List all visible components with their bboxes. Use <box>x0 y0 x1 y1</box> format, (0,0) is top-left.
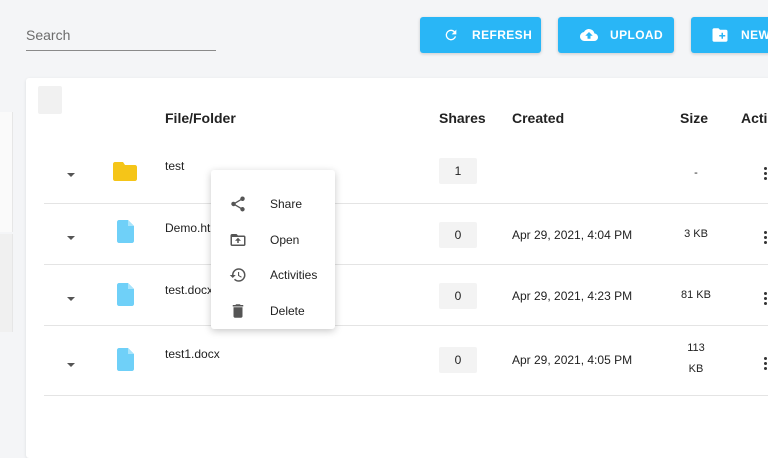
refresh-button[interactable]: REFRESH <box>420 17 541 53</box>
file-size-value: 113 <box>687 342 705 354</box>
table-row[interactable]: Demo.html 0 Apr 29, 2021, 4:04 PM 3 KB <box>44 204 768 265</box>
header-actions: Actions <box>741 110 768 126</box>
more-actions-icon[interactable] <box>764 231 768 246</box>
header-shares[interactable]: Shares <box>439 110 486 126</box>
created-date: Apr 29, 2021, 4:05 PM <box>512 353 633 367</box>
shares-count[interactable]: 0 <box>439 283 477 309</box>
share-icon <box>229 195 247 213</box>
context-menu: Share Open Activities Delete <box>211 170 335 329</box>
expand-icon[interactable] <box>67 173 75 177</box>
refresh-label: REFRESH <box>472 28 533 42</box>
shares-count[interactable]: 1 <box>439 158 477 184</box>
created-date: Apr 29, 2021, 4:04 PM <box>512 228 633 242</box>
left-panel-strip <box>0 234 13 332</box>
table-row[interactable]: test 1 - <box>44 143 768 204</box>
history-icon <box>229 266 247 284</box>
folder-icon <box>113 162 137 186</box>
menu-item-label: Open <box>270 233 300 247</box>
search-input[interactable] <box>26 20 216 50</box>
file-size: 113 KB <box>664 338 728 380</box>
file-icon <box>117 348 134 376</box>
header-size[interactable]: Size <box>680 110 708 126</box>
table-row[interactable]: test1.docx 0 Apr 29, 2021, 4:05 PM 113 K… <box>44 326 768 396</box>
new-label: NEW <box>741 28 768 42</box>
menu-item-share[interactable]: Share <box>211 187 335 221</box>
file-name[interactable]: test <box>165 159 184 173</box>
file-name[interactable]: test.docx <box>165 283 213 297</box>
file-size: 81 KB <box>681 289 711 301</box>
left-panel-strip <box>0 112 13 232</box>
menu-item-label: Delete <box>270 304 305 318</box>
new-button[interactable]: NEW <box>691 17 768 53</box>
menu-item-label: Share <box>270 197 303 211</box>
more-actions-icon[interactable] <box>764 167 768 182</box>
file-icon <box>117 220 134 248</box>
file-size-unit: KB <box>688 363 704 375</box>
header-created[interactable]: Created <box>512 110 564 126</box>
folder-add-icon <box>711 26 729 44</box>
table-row[interactable]: test.docx 0 Apr 29, 2021, 4:23 PM 81 KB <box>44 265 768 326</box>
file-size: - <box>694 167 698 179</box>
file-size: 3 KB <box>684 228 708 240</box>
menu-item-delete[interactable]: Delete <box>211 294 335 328</box>
cloud-upload-icon <box>580 26 598 44</box>
shares-count[interactable]: 0 <box>439 222 477 248</box>
menu-item-open[interactable]: Open <box>211 223 335 257</box>
created-date: Apr 29, 2021, 4:23 PM <box>512 289 633 303</box>
more-actions-icon[interactable] <box>764 357 768 372</box>
upload-button[interactable]: UPLOAD <box>558 17 674 53</box>
file-table-card: File/Folder Shares Created Size Actions … <box>26 78 768 458</box>
shares-count[interactable]: 0 <box>439 347 477 373</box>
trash-icon <box>229 302 247 320</box>
menu-item-activities[interactable]: Activities <box>211 258 335 292</box>
search-field[interactable] <box>26 20 216 51</box>
upload-label: UPLOAD <box>610 28 664 42</box>
folder-open-icon <box>229 231 247 249</box>
expand-icon[interactable] <box>67 236 75 240</box>
header-file-folder[interactable]: File/Folder <box>165 110 236 126</box>
expand-icon[interactable] <box>67 297 75 301</box>
select-all-checkbox[interactable] <box>38 86 62 114</box>
refresh-icon <box>442 26 460 44</box>
more-actions-icon[interactable] <box>764 292 768 307</box>
expand-icon[interactable] <box>67 363 75 367</box>
menu-item-label: Activities <box>270 268 318 282</box>
file-icon <box>117 283 134 311</box>
file-name[interactable]: test1.docx <box>165 347 220 361</box>
